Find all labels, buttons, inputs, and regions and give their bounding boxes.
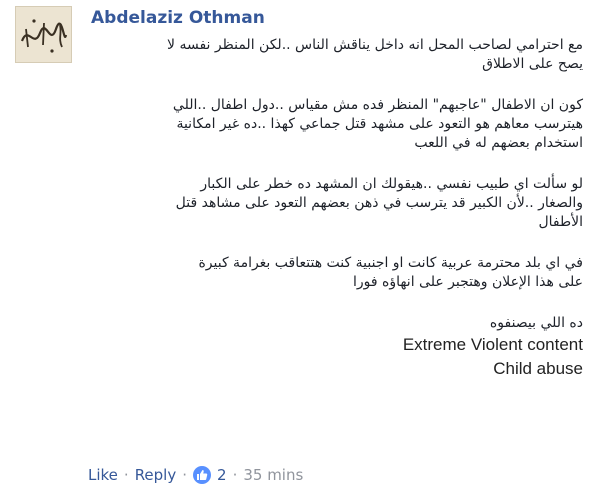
- comment-paragraph: كون ان الاطفال "عاجبهم" المنظر فده مش مق…: [88, 96, 583, 153]
- comment-line: مع احترامي لصاحب المحل انه داخل يناقش ال…: [167, 37, 583, 53]
- comment-actions: Like · Reply · 2 · 35 mins: [88, 466, 303, 484]
- separator-dot: ·: [123, 466, 129, 484]
- comment-line: الأطفال: [538, 214, 583, 230]
- comment-line: لو سألت اي طبيب نفسي ..هيقولك ان المشهد …: [200, 176, 583, 192]
- separator-dot: ·: [182, 466, 188, 484]
- comment-line: كون ان الاطفال "عاجبهم" المنظر فده مش مق…: [172, 97, 583, 113]
- comment-paragraph: لو سألت اي طبيب نفسي ..هيقولك ان المشهد …: [88, 175, 583, 232]
- comment-closing: ده اللي بيصنفوه Extreme Violent content …: [88, 314, 583, 381]
- comment-paragraph: في اي بلد محترمة عربية كانت او اجنبية كن…: [88, 254, 583, 292]
- comment-line: ده اللي بيصنفوه: [489, 315, 583, 331]
- like-link[interactable]: Like: [88, 466, 118, 484]
- comment-line: هيترسب معاهم هو التعود على مشهد قتل جماع…: [176, 116, 583, 132]
- reaction-count[interactable]: 2: [217, 466, 227, 484]
- comment-author-name[interactable]: Abdelaziz Othman: [91, 8, 265, 28]
- avatar[interactable]: [15, 6, 72, 63]
- comment-body: مع احترامي لصاحب المحل انه داخل يناقش ال…: [88, 36, 583, 381]
- comment-line: استخدام بعضهم له في اللعب: [414, 135, 583, 151]
- comment-timestamp[interactable]: 35 mins: [243, 466, 303, 484]
- classification-line: Extreme Violent content: [402, 335, 583, 354]
- comment-line: في اي بلد محترمة عربية كانت او اجنبية كن…: [198, 255, 583, 271]
- calligraphy-avatar-image: [16, 7, 71, 62]
- like-reaction-icon[interactable]: [193, 466, 212, 484]
- comment-line: والصغار ..لأن الكبير قد يترسب في ذهن بعض…: [175, 195, 583, 211]
- comment-paragraph: مع احترامي لصاحب المحل انه داخل يناقش ال…: [88, 36, 583, 74]
- reply-link[interactable]: Reply: [135, 466, 177, 484]
- separator-dot: ·: [232, 466, 238, 484]
- classification-line: Child abuse: [493, 359, 583, 378]
- comment-line: يصح على الاطلاق: [482, 56, 583, 72]
- thumbs-up-icon: [197, 470, 208, 480]
- comment-line: على هذا الإعلان وهتجبر على انهاؤه فورا: [352, 274, 583, 290]
